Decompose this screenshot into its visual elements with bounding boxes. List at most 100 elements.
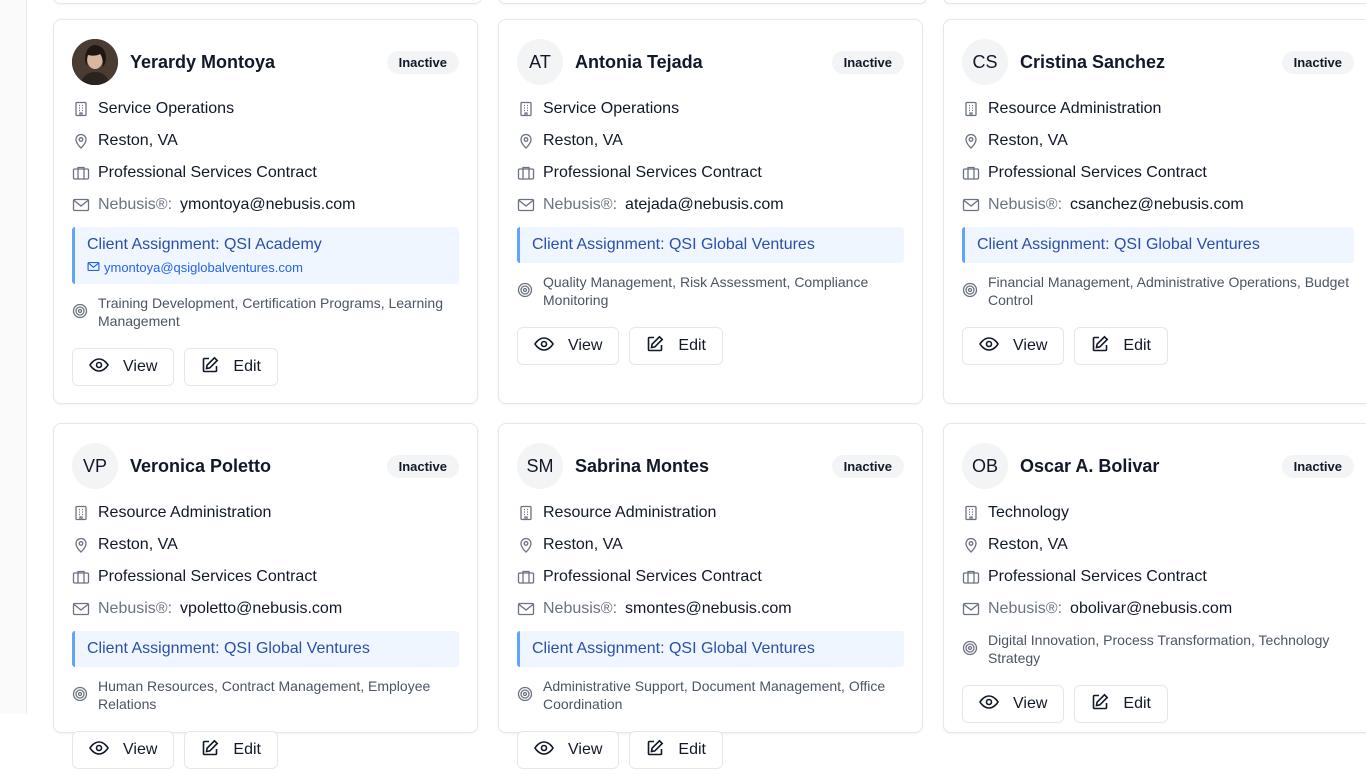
skills-label: Quality Management, Risk Assessment, Com… (543, 274, 869, 308)
contract-row: Professional Services Contract (72, 163, 459, 183)
email-link[interactable]: ymontoya@nebusis.com (180, 196, 355, 214)
location-row: Reston, VA (962, 131, 1354, 151)
location-row: Reston, VA (517, 131, 904, 151)
skills-row: Financial Management, Administrative Ope… (962, 273, 1354, 309)
contract-row: Professional Services Contract (962, 567, 1354, 587)
email-link[interactable]: vpoletto@nebusis.com (180, 600, 342, 618)
card-header: CS Cristina Sanchez Inactive (962, 39, 1354, 85)
mail-icon (962, 600, 980, 618)
client-email-link[interactable]: ymontoya@qsiglobalventures.com (87, 260, 447, 275)
department-row: Service Operations (72, 99, 459, 119)
edit-button[interactable]: Edit (1074, 327, 1168, 365)
department-label: Service Operations (98, 100, 235, 117)
edit-icon (646, 335, 678, 358)
edit-button[interactable]: Edit (629, 327, 723, 365)
edit-button-label: Edit (1123, 337, 1151, 354)
status-badge: Inactive (1281, 50, 1354, 74)
location-label: Reston, VA (988, 536, 1068, 553)
edit-icon (1091, 335, 1123, 358)
location-row: Reston, VA (962, 535, 1354, 555)
client-assignment-title: Client Assignment: QSI Global Ventures (977, 236, 1260, 253)
location-label: Reston, VA (543, 132, 623, 149)
skills-label: Digital Innovation, Process Transformati… (988, 632, 1330, 666)
edit-button[interactable]: Edit (184, 348, 278, 386)
email-link[interactable]: atejada@nebusis.com (625, 196, 784, 214)
skills-row: Administrative Support, Document Managem… (517, 677, 904, 713)
email-link[interactable]: smontes@nebusis.com (625, 600, 792, 618)
card-header: OB Oscar A. Bolivar Inactive (962, 443, 1354, 489)
email-row: Nebusis®: csanchez@nebusis.com (962, 195, 1354, 215)
briefcase-icon (72, 568, 90, 586)
briefcase-icon (517, 164, 535, 182)
location-pin-icon (72, 132, 90, 150)
client-assignment-title: Client Assignment: QSI Academy (87, 236, 322, 253)
view-button[interactable]: View (962, 685, 1065, 723)
skills-label: Administrative Support, Document Managem… (543, 678, 886, 712)
employee-name: Antonia Tejada (575, 51, 703, 72)
edit-button[interactable]: Edit (629, 731, 723, 769)
client-assignment-title: Client Assignment: QSI Global Ventures (87, 640, 370, 657)
briefcase-icon (962, 568, 980, 586)
client-assignment: Client Assignment: QSI Global Ventures (517, 227, 904, 263)
building-icon (517, 100, 535, 118)
department-label: Resource Administration (98, 504, 272, 521)
contract-label: Professional Services Contract (988, 164, 1207, 181)
email-link[interactable]: csanchez@nebusis.com (1070, 196, 1244, 214)
client-assignment: Client Assignment: QSI Global Ventures (72, 631, 459, 667)
sidebar-edge (0, 0, 27, 714)
view-button-label: View (568, 741, 603, 758)
view-button[interactable]: View (517, 327, 620, 365)
edit-button-label: Edit (233, 741, 261, 758)
department-label: Resource Administration (543, 504, 717, 521)
contract-row: Professional Services Contract (517, 567, 904, 587)
card-above-1 (53, 0, 482, 4)
eye-icon (979, 694, 1013, 714)
mail-icon (517, 600, 535, 618)
view-button[interactable]: View (72, 348, 175, 386)
edit-button[interactable]: Edit (184, 731, 278, 769)
target-icon (72, 686, 90, 704)
employee-card: Yerardy Montoya Inactive Service Operati… (53, 19, 478, 404)
building-icon (517, 504, 535, 522)
email-prefix: Nebusis®: (988, 600, 1063, 617)
contract-row: Professional Services Contract (517, 163, 904, 183)
card-header: VP Veronica Poletto Inactive (72, 443, 459, 489)
building-icon (72, 504, 90, 522)
status-badge: Inactive (831, 50, 904, 74)
view-button-label: View (123, 741, 158, 758)
contract-label: Professional Services Contract (543, 568, 762, 585)
location-row: Reston, VA (517, 535, 904, 555)
card-header: AT Antonia Tejada Inactive (517, 39, 904, 85)
avatar-initials: AT (517, 39, 563, 85)
location-pin-icon (517, 132, 535, 150)
avatar-initials: SM (517, 443, 563, 489)
skills-row: Training Development, Certification Prog… (72, 294, 459, 330)
eye-icon (534, 336, 568, 356)
eye-icon (89, 740, 123, 760)
edit-icon (646, 739, 678, 762)
contract-label: Professional Services Contract (98, 568, 317, 585)
target-icon (72, 303, 90, 321)
location-label: Reston, VA (98, 536, 178, 553)
view-button[interactable]: View (72, 731, 175, 769)
view-button[interactable]: View (962, 327, 1065, 365)
department-row: Technology (962, 503, 1354, 523)
employee-card: AT Antonia Tejada Inactive Service Opera… (498, 19, 923, 404)
employee-card: OB Oscar A. Bolivar Inactive Technology … (943, 423, 1366, 733)
view-button[interactable]: View (517, 731, 620, 769)
edit-icon (201, 356, 233, 379)
email-link[interactable]: obolivar@nebusis.com (1070, 600, 1232, 618)
card-above-3 (943, 0, 1366, 4)
target-icon (962, 640, 980, 658)
email-prefix: Nebusis®: (543, 600, 618, 617)
card-actions: View Edit (72, 731, 459, 769)
location-pin-icon (72, 536, 90, 554)
skills-row: Digital Innovation, Process Transformati… (962, 631, 1354, 667)
status-badge: Inactive (386, 454, 459, 478)
edit-button[interactable]: Edit (1074, 685, 1168, 723)
edit-icon (1091, 693, 1123, 716)
location-label: Reston, VA (988, 132, 1068, 149)
skills-row: Human Resources, Contract Management, Em… (72, 677, 459, 713)
department-row: Resource Administration (517, 503, 904, 523)
employee-card: VP Veronica Poletto Inactive Resource Ad… (53, 423, 478, 769)
